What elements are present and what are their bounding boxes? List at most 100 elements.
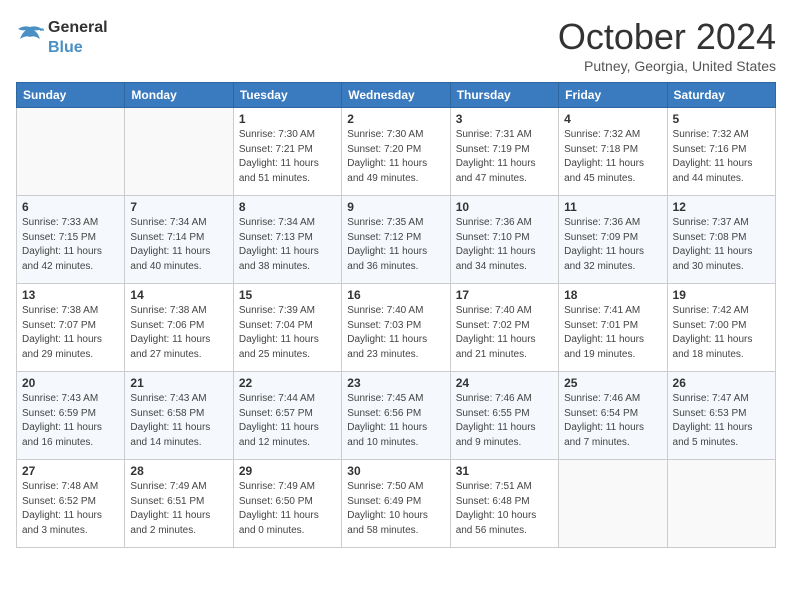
- location-text: Putney, Georgia, United States: [558, 58, 776, 74]
- day-info: Sunrise: 7:38 AM Sunset: 7:06 PM Dayligh…: [130, 304, 227, 362]
- calendar-day-cell: 18 Sunrise: 7:41 AM Sunset: 7:01 PM Dayli…: [559, 284, 667, 372]
- day-number: 9: [347, 200, 444, 214]
- calendar-day-cell: 8Sunrise: 7:34 AM Sunset: 7:13 PM Daylig…: [233, 196, 341, 284]
- calendar-day-cell: 6 Sunrise: 7:33 AM Sunset: 7:15 PM Daylig…: [17, 196, 125, 284]
- day-info: Sunrise: 7:35 AM Sunset: 7:12 PM Dayligh…: [347, 216, 444, 274]
- day-info: Sunrise: 7:30 AM Sunset: 7:21 PM Dayligh…: [239, 128, 336, 186]
- calendar-week-row: 6 Sunrise: 7:33 AM Sunset: 7:15 PM Daylig…: [17, 196, 776, 284]
- day-number: 24: [456, 376, 553, 390]
- day-info: Sunrise: 7:32 AM Sunset: 7:16 PM Dayligh…: [673, 128, 770, 186]
- day-info: Sunrise: 7:44 AM Sunset: 6:57 PM Dayligh…: [239, 392, 336, 450]
- day-number: 17: [456, 288, 553, 302]
- calendar-week-row: 13 Sunrise: 7:38 AM Sunset: 7:07 PM Dayli…: [17, 284, 776, 372]
- calendar-day-cell: 31 Sunrise: 7:51 AM Sunset: 6:48 PM Dayli…: [450, 460, 558, 548]
- calendar-day-cell: 19Sunrise: 7:42 AM Sunset: 7:00 PM Dayli…: [667, 284, 775, 372]
- day-info: Sunrise: 7:38 AM Sunset: 7:07 PM Dayligh…: [22, 304, 119, 362]
- day-number: 2: [347, 112, 444, 126]
- calendar-day-cell: 26 Sunrise: 7:47 AM Sunset: 6:53 PM Dayli…: [667, 372, 775, 460]
- calendar-day-cell: 20 Sunrise: 7:43 AM Sunset: 6:59 PM Dayli…: [17, 372, 125, 460]
- day-number: 10: [456, 200, 553, 214]
- page-header: General Blue October 2024 Putney, Georgi…: [16, 16, 776, 74]
- day-info: Sunrise: 7:33 AM Sunset: 7:15 PM Dayligh…: [22, 216, 119, 274]
- calendar-day-cell: 28Sunrise: 7:49 AM Sunset: 6:51 PM Dayli…: [125, 460, 233, 548]
- logo-bird-icon: [16, 25, 44, 47]
- calendar-day-cell: 25 Sunrise: 7:46 AM Sunset: 6:54 PM Dayli…: [559, 372, 667, 460]
- logo: General Blue: [16, 16, 108, 57]
- day-info: Sunrise: 7:49 AM Sunset: 6:51 PM Dayligh…: [130, 480, 227, 538]
- day-number: 12: [673, 200, 770, 214]
- calendar-week-row: 27Sunrise: 7:48 AM Sunset: 6:52 PM Dayli…: [17, 460, 776, 548]
- calendar-table: SundayMondayTuesdayWednesdayThursdayFrid…: [16, 82, 776, 548]
- day-info: Sunrise: 7:51 AM Sunset: 6:48 PM Dayligh…: [456, 480, 553, 538]
- day-info: Sunrise: 7:46 AM Sunset: 6:54 PM Dayligh…: [564, 392, 661, 450]
- day-number: 21: [130, 376, 227, 390]
- calendar-day-cell: 23Sunrise: 7:45 AM Sunset: 6:56 PM Dayli…: [342, 372, 450, 460]
- calendar-day-cell: 16 Sunrise: 7:40 AM Sunset: 7:03 PM Dayli…: [342, 284, 450, 372]
- calendar-day-cell: 1Sunrise: 7:30 AM Sunset: 7:21 PM Daylig…: [233, 108, 341, 196]
- day-number: 18: [564, 288, 661, 302]
- day-info: Sunrise: 7:43 AM Sunset: 6:58 PM Dayligh…: [130, 392, 227, 450]
- day-number: 3: [456, 112, 553, 126]
- calendar-day-cell: 9 Sunrise: 7:35 AM Sunset: 7:12 PM Daylig…: [342, 196, 450, 284]
- weekday-header-cell: Saturday: [667, 83, 775, 108]
- weekday-header-cell: Thursday: [450, 83, 558, 108]
- calendar-day-cell: 27Sunrise: 7:48 AM Sunset: 6:52 PM Dayli…: [17, 460, 125, 548]
- day-number: 14: [130, 288, 227, 302]
- weekday-header-cell: Friday: [559, 83, 667, 108]
- day-number: 19: [673, 288, 770, 302]
- day-info: Sunrise: 7:40 AM Sunset: 7:03 PM Dayligh…: [347, 304, 444, 362]
- weekday-header-cell: Wednesday: [342, 83, 450, 108]
- calendar-day-cell: 15 Sunrise: 7:39 AM Sunset: 7:04 PM Dayli…: [233, 284, 341, 372]
- calendar-day-cell: 22 Sunrise: 7:44 AM Sunset: 6:57 PM Dayli…: [233, 372, 341, 460]
- weekday-header-cell: Sunday: [17, 83, 125, 108]
- day-info: Sunrise: 7:49 AM Sunset: 6:50 PM Dayligh…: [239, 480, 336, 538]
- day-number: 6: [22, 200, 119, 214]
- day-number: 4: [564, 112, 661, 126]
- day-number: 22: [239, 376, 336, 390]
- day-number: 16: [347, 288, 444, 302]
- day-number: 15: [239, 288, 336, 302]
- calendar-day-cell: 12Sunrise: 7:37 AM Sunset: 7:08 PM Dayli…: [667, 196, 775, 284]
- day-number: 29: [239, 464, 336, 478]
- calendar-day-cell: 2 Sunrise: 7:30 AM Sunset: 7:20 PM Daylig…: [342, 108, 450, 196]
- day-number: 25: [564, 376, 661, 390]
- day-number: 11: [564, 200, 661, 214]
- calendar-day-cell: 11 Sunrise: 7:36 AM Sunset: 7:09 PM Dayli…: [559, 196, 667, 284]
- day-number: 26: [673, 376, 770, 390]
- day-number: 13: [22, 288, 119, 302]
- calendar-day-cell: 17 Sunrise: 7:40 AM Sunset: 7:02 PM Dayli…: [450, 284, 558, 372]
- calendar-week-row: 1Sunrise: 7:30 AM Sunset: 7:21 PM Daylig…: [17, 108, 776, 196]
- day-info: Sunrise: 7:47 AM Sunset: 6:53 PM Dayligh…: [673, 392, 770, 450]
- month-title: October 2024: [558, 16, 776, 58]
- weekday-header-cell: Tuesday: [233, 83, 341, 108]
- calendar-day-cell: [667, 460, 775, 548]
- day-info: Sunrise: 7:41 AM Sunset: 7:01 PM Dayligh…: [564, 304, 661, 362]
- weekday-header-row: SundayMondayTuesdayWednesdayThursdayFrid…: [17, 83, 776, 108]
- day-info: Sunrise: 7:30 AM Sunset: 7:20 PM Dayligh…: [347, 128, 444, 186]
- day-info: Sunrise: 7:40 AM Sunset: 7:02 PM Dayligh…: [456, 304, 553, 362]
- day-number: 7: [130, 200, 227, 214]
- day-number: 31: [456, 464, 553, 478]
- day-info: Sunrise: 7:32 AM Sunset: 7:18 PM Dayligh…: [564, 128, 661, 186]
- calendar-day-cell: 13 Sunrise: 7:38 AM Sunset: 7:07 PM Dayli…: [17, 284, 125, 372]
- day-info: Sunrise: 7:43 AM Sunset: 6:59 PM Dayligh…: [22, 392, 119, 450]
- day-info: Sunrise: 7:36 AM Sunset: 7:10 PM Dayligh…: [456, 216, 553, 274]
- weekday-header-cell: Monday: [125, 83, 233, 108]
- calendar-day-cell: 3 Sunrise: 7:31 AM Sunset: 7:19 PM Daylig…: [450, 108, 558, 196]
- title-block: October 2024 Putney, Georgia, United Sta…: [558, 16, 776, 74]
- day-number: 8: [239, 200, 336, 214]
- calendar-day-cell: 24Sunrise: 7:46 AM Sunset: 6:55 PM Dayli…: [450, 372, 558, 460]
- day-info: Sunrise: 7:39 AM Sunset: 7:04 PM Dayligh…: [239, 304, 336, 362]
- day-info: Sunrise: 7:45 AM Sunset: 6:56 PM Dayligh…: [347, 392, 444, 450]
- calendar-day-cell: 14 Sunrise: 7:38 AM Sunset: 7:06 PM Dayli…: [125, 284, 233, 372]
- calendar-day-cell: 4 Sunrise: 7:32 AM Sunset: 7:18 PM Daylig…: [559, 108, 667, 196]
- calendar-day-cell: 10 Sunrise: 7:36 AM Sunset: 7:10 PM Dayli…: [450, 196, 558, 284]
- calendar-body: 1Sunrise: 7:30 AM Sunset: 7:21 PM Daylig…: [17, 108, 776, 548]
- calendar-day-cell: [125, 108, 233, 196]
- calendar-week-row: 20 Sunrise: 7:43 AM Sunset: 6:59 PM Dayli…: [17, 372, 776, 460]
- day-info: Sunrise: 7:31 AM Sunset: 7:19 PM Dayligh…: [456, 128, 553, 186]
- calendar-day-cell: 7Sunrise: 7:34 AM Sunset: 7:14 PM Daylig…: [125, 196, 233, 284]
- day-info: Sunrise: 7:36 AM Sunset: 7:09 PM Dayligh…: [564, 216, 661, 274]
- day-number: 20: [22, 376, 119, 390]
- day-number: 27: [22, 464, 119, 478]
